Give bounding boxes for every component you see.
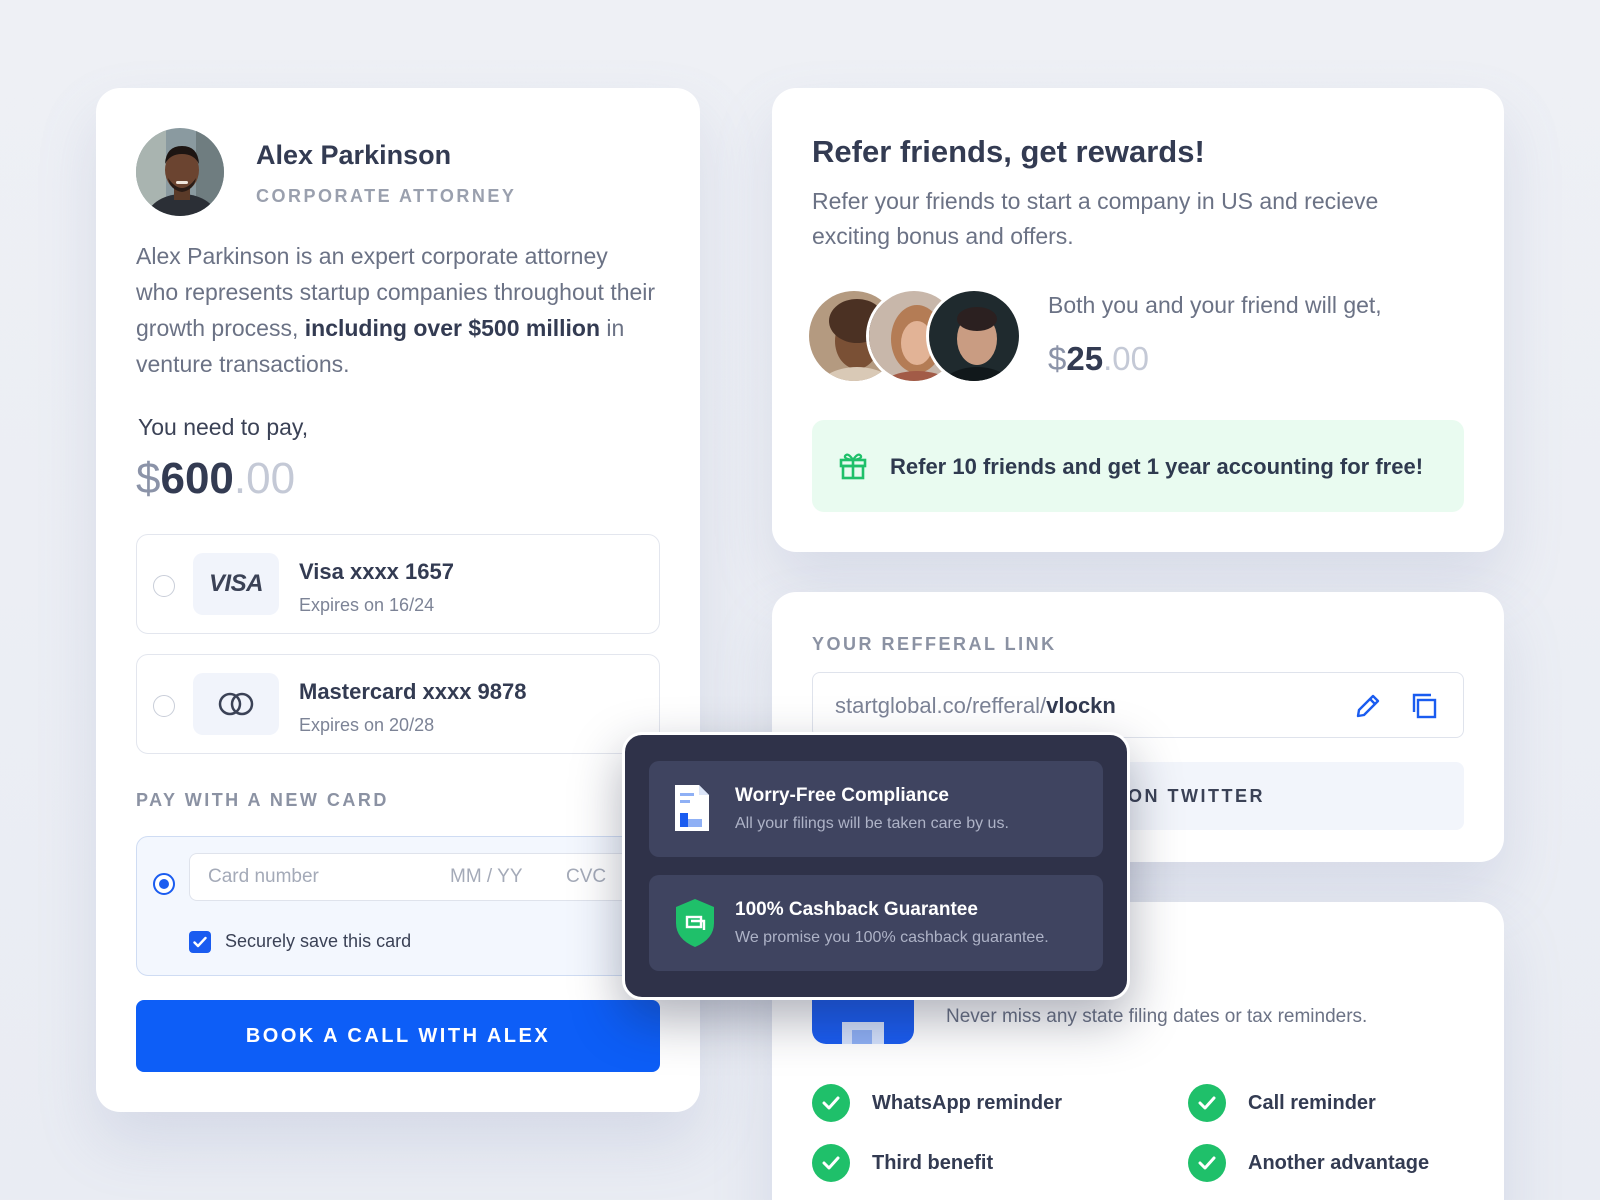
bio-highlight: including over $500 million — [304, 315, 600, 341]
reward-amount-cents: .00 — [1103, 340, 1149, 377]
visa-title: Visa xxxx 1657 — [299, 559, 454, 584]
pencil-icon[interactable] — [1353, 691, 1383, 721]
visa-logo-text: VISA — [208, 570, 264, 597]
friend-avatar-3 — [926, 288, 1022, 384]
referral-link-base: startglobal.co/refferal/ — [835, 693, 1047, 718]
attorney-role: CORPORATE ATTORNEY — [256, 186, 517, 206]
pay-label: You need to pay, — [138, 414, 309, 440]
attorney-bio: Alex Parkinson is an expert corporate at… — [136, 238, 656, 382]
refer-card: Refer friends, get rewards! Refer your f… — [772, 88, 1504, 552]
visa-radio[interactable] — [153, 575, 175, 597]
feature-label: WhatsApp reminder — [872, 1091, 1063, 1114]
refer-title: Refer friends, get rewards! — [812, 134, 1205, 169]
check-circle-icon — [1188, 1084, 1226, 1122]
referral-link-field[interactable]: startglobal.co/refferal/vlockn — [812, 672, 1464, 738]
attorney-name: Alex Parkinson — [256, 140, 452, 170]
refer-description: Refer your friends to start a company in… — [812, 188, 1379, 249]
feature-item: Third benefit — [812, 1144, 993, 1182]
checkmark-icon — [193, 936, 207, 948]
benefits-overlay: Worry-Free Compliance All your filings w… — [622, 732, 1130, 1000]
mastercard-radio[interactable] — [153, 695, 175, 717]
referral-link-label: YOUR REFFERAL LINK — [812, 634, 1057, 654]
payment-method-mastercard[interactable]: Mastercard xxxx 9878 Expires on 20/28 — [136, 654, 660, 754]
card-cvc-field[interactable]: CVC — [566, 866, 606, 888]
benefit-title: 100% Cashback Guarantee — [735, 899, 978, 920]
save-card-checkbox[interactable] — [189, 931, 211, 953]
feature-label: Call reminder — [1248, 1091, 1376, 1114]
card-number-field[interactable]: Card number — [208, 866, 319, 888]
new-card-section: Card number MM / YY CVC Securely save th… — [136, 836, 660, 976]
referral-link-text: startglobal.co/refferal/vlockn — [835, 693, 1116, 719]
pay-amount: $600.00 — [136, 454, 295, 504]
new-card-label: PAY WITH A NEW CARD — [136, 790, 389, 810]
referral-link-code: vlockn — [1046, 693, 1116, 718]
friend-avatars — [806, 288, 1026, 384]
card-expiry-field[interactable]: MM / YY — [450, 866, 523, 888]
benefit-subtitle: We promise you 100% cashback guarantee. — [735, 929, 1049, 946]
compliance-subtitle: Never miss any state filing dates or tax… — [946, 1006, 1368, 1027]
feature-item: WhatsApp reminder — [812, 1084, 1062, 1122]
feature-item: Another advantage — [1188, 1144, 1429, 1182]
attorney-card: Alex Parkinson CORPORATE ATTORNEY Alex P… — [96, 88, 700, 1112]
reward-currency: $ — [1048, 340, 1067, 377]
promo-text: Refer 10 friends and get 1 year accounti… — [890, 454, 1424, 479]
gift-icon — [839, 453, 867, 480]
visa-expiry: Expires on 16/24 — [299, 595, 435, 615]
benefit-subtitle: All your filings will be taken care by u… — [735, 815, 1009, 832]
shield-icon — [676, 899, 714, 947]
pay-amount-cents: .00 — [233, 454, 296, 503]
attorney-avatar — [136, 128, 224, 216]
share-twitter-label: ON TWITTER — [1128, 786, 1265, 806]
feature-item: Call reminder — [1188, 1084, 1376, 1122]
copy-icon[interactable] — [1409, 691, 1439, 721]
reward-label: Both you and your friend will get, — [1048, 292, 1382, 318]
pay-amount-value: 600 — [160, 454, 234, 503]
card-input-group[interactable]: Card number MM / YY CVC — [189, 853, 659, 901]
mastercard-title: Mastercard xxxx 9878 — [299, 679, 527, 704]
reward-amount: $25.00 — [1048, 340, 1149, 378]
check-circle-icon — [1188, 1144, 1226, 1182]
new-card-radio[interactable] — [153, 873, 175, 895]
mastercard-logo — [193, 673, 279, 735]
feature-label: Third benefit — [872, 1151, 994, 1174]
visa-logo: VISA — [193, 553, 279, 615]
reward-amount-value: 25 — [1066, 340, 1104, 377]
benefit-compliance: Worry-Free Compliance All your filings w… — [649, 761, 1103, 857]
mastercard-expiry: Expires on 20/28 — [299, 715, 435, 735]
feature-label: Another advantage — [1248, 1151, 1430, 1174]
check-circle-icon — [812, 1144, 850, 1182]
promo-banner: Refer 10 friends and get 1 year accounti… — [812, 420, 1464, 512]
book-call-button[interactable]: BOOK A CALL WITH ALEX — [136, 1000, 660, 1072]
mastercard-icon — [218, 692, 254, 716]
check-circle-icon — [812, 1084, 850, 1122]
pay-currency: $ — [136, 454, 161, 503]
payment-method-visa[interactable]: VISA Visa xxxx 1657 Expires on 16/24 — [136, 534, 660, 634]
document-icon — [675, 785, 709, 831]
save-card-label: Securely save this card — [225, 931, 412, 951]
benefit-cashback: 100% Cashback Guarantee We promise you 1… — [649, 875, 1103, 971]
benefit-title: Worry-Free Compliance — [735, 785, 949, 806]
